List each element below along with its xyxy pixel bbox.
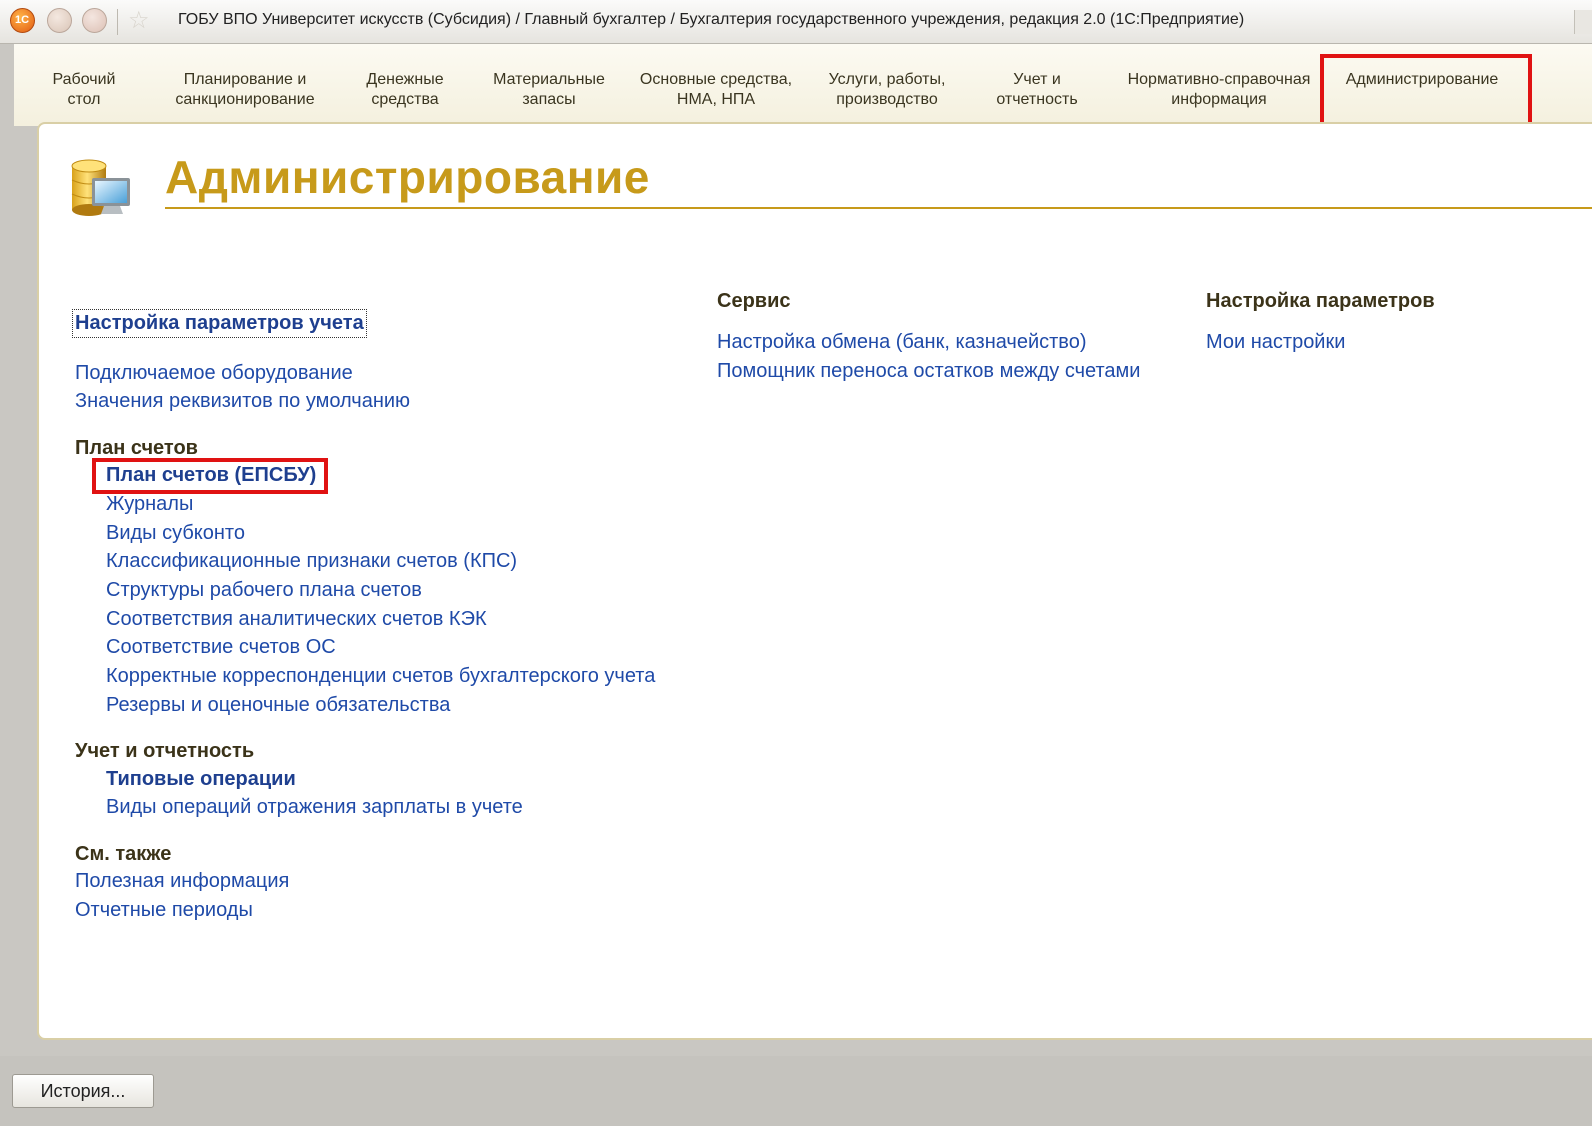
fixed-asset-accounts-link[interactable]: Соответствие счетов ОС — [106, 636, 336, 659]
reporting-group-title: Учет и отчетность — [75, 740, 255, 762]
correct-correspondences-link[interactable]: Корректные корреспонденции счетов бухгал… — [106, 665, 655, 688]
chart-of-accounts-group-title: План счетов — [75, 437, 198, 459]
service-group-title: Сервис — [717, 290, 791, 312]
params-group-title: Настройка параметров — [1206, 290, 1435, 312]
kek-correspondence-link[interactable]: Соответствия аналитических счетов КЭК — [106, 608, 487, 631]
section-planning[interactable]: Планирование и санкционирование — [160, 70, 330, 110]
section-label: стол — [67, 91, 101, 108]
favorites-star-icon[interactable]: ☆ — [128, 7, 150, 35]
exchange-settings-link[interactable]: Настройка обмена (банк, казначейство) — [717, 331, 1086, 354]
useful-info-link[interactable]: Полезная информация — [75, 870, 289, 893]
subconto-types-link[interactable]: Виды субконто — [106, 522, 245, 545]
section-desktop[interactable]: Рабочий стол — [44, 70, 124, 110]
titlebar-divider — [117, 9, 118, 35]
section-label: средства — [371, 91, 439, 108]
salary-operations-link[interactable]: Виды операций отражения зарплаты в учете — [106, 796, 523, 819]
window-title: ГОБУ ВПО Университет искусств (Субсидия)… — [178, 11, 1245, 28]
typical-operations-link[interactable]: Типовые операции — [106, 768, 296, 791]
title-underline — [165, 207, 1592, 209]
section-label: Материальные — [493, 71, 605, 88]
section-label: Нормативно-справочная — [1127, 71, 1311, 88]
section-administration[interactable]: Администрирование — [1334, 70, 1510, 90]
administration-database-icon — [71, 159, 130, 216]
forward-icon[interactable] — [82, 8, 107, 33]
journals-link[interactable]: Журналы — [106, 493, 193, 516]
section-label: санкционирование — [175, 91, 315, 108]
section-label: отчетность — [996, 91, 1078, 108]
working-chart-structures-link[interactable]: Структуры рабочего плана счетов — [106, 579, 422, 602]
accounting-settings-link[interactable]: Настройка параметров учета — [72, 309, 367, 338]
section-materials[interactable]: Материальные запасы — [484, 70, 614, 110]
history-button[interactable]: История... — [12, 1074, 154, 1108]
reporting-periods-link[interactable]: Отчетные периоды — [75, 899, 253, 922]
section-label: Планирование и — [183, 71, 307, 88]
section-reporting[interactable]: Учет и отчетность — [984, 70, 1090, 110]
window-control[interactable] — [1574, 10, 1592, 34]
section-reference[interactable]: Нормативно-справочная информация — [1114, 70, 1324, 110]
chart-of-accounts-link[interactable]: План счетов (ЕПСБУ) — [106, 464, 316, 487]
section-money[interactable]: Денежные средства — [355, 70, 455, 110]
window-titlebar: 1C ☆ ГОБУ ВПО Университет искусств (Субс… — [0, 0, 1592, 44]
classification-attributes-link[interactable]: Классификационные признаки счетов (КПС) — [106, 550, 517, 573]
section-label: НМА, НПА — [676, 91, 756, 108]
section-label: Учет и — [1013, 71, 1061, 88]
equipment-link[interactable]: Подключаемое оборудование — [75, 362, 353, 385]
balance-transfer-assistant-link[interactable]: Помощник переноса остатков между счетами — [717, 360, 1140, 383]
default-values-link[interactable]: Значения реквизитов по умолчанию — [75, 390, 410, 413]
section-services[interactable]: Услуги, работы, производство — [814, 70, 960, 110]
see-also-group-title: См. также — [75, 843, 172, 865]
section-label: информация — [1171, 91, 1267, 108]
my-settings-link[interactable]: Мои настройки — [1206, 331, 1345, 354]
section-label: Рабочий — [52, 71, 116, 88]
section-label: Денежные — [366, 71, 444, 88]
reserves-link[interactable]: Резервы и оценочные обязательства — [106, 694, 450, 717]
section-label: производство — [836, 91, 938, 108]
status-bar — [0, 1056, 1592, 1126]
section-label: запасы — [522, 91, 576, 108]
section-fixed-assets[interactable]: Основные средства, НМА, НПА — [628, 70, 804, 110]
section-label: Основные средства, — [639, 71, 793, 88]
app-logo-icon[interactable]: 1C — [10, 8, 35, 33]
back-icon[interactable] — [47, 8, 72, 33]
section-label: Администрирование — [1345, 71, 1499, 88]
app-logo-text: 1C — [15, 14, 30, 26]
page-title: Администрирование — [165, 151, 650, 203]
section-label: Услуги, работы, — [828, 71, 946, 88]
